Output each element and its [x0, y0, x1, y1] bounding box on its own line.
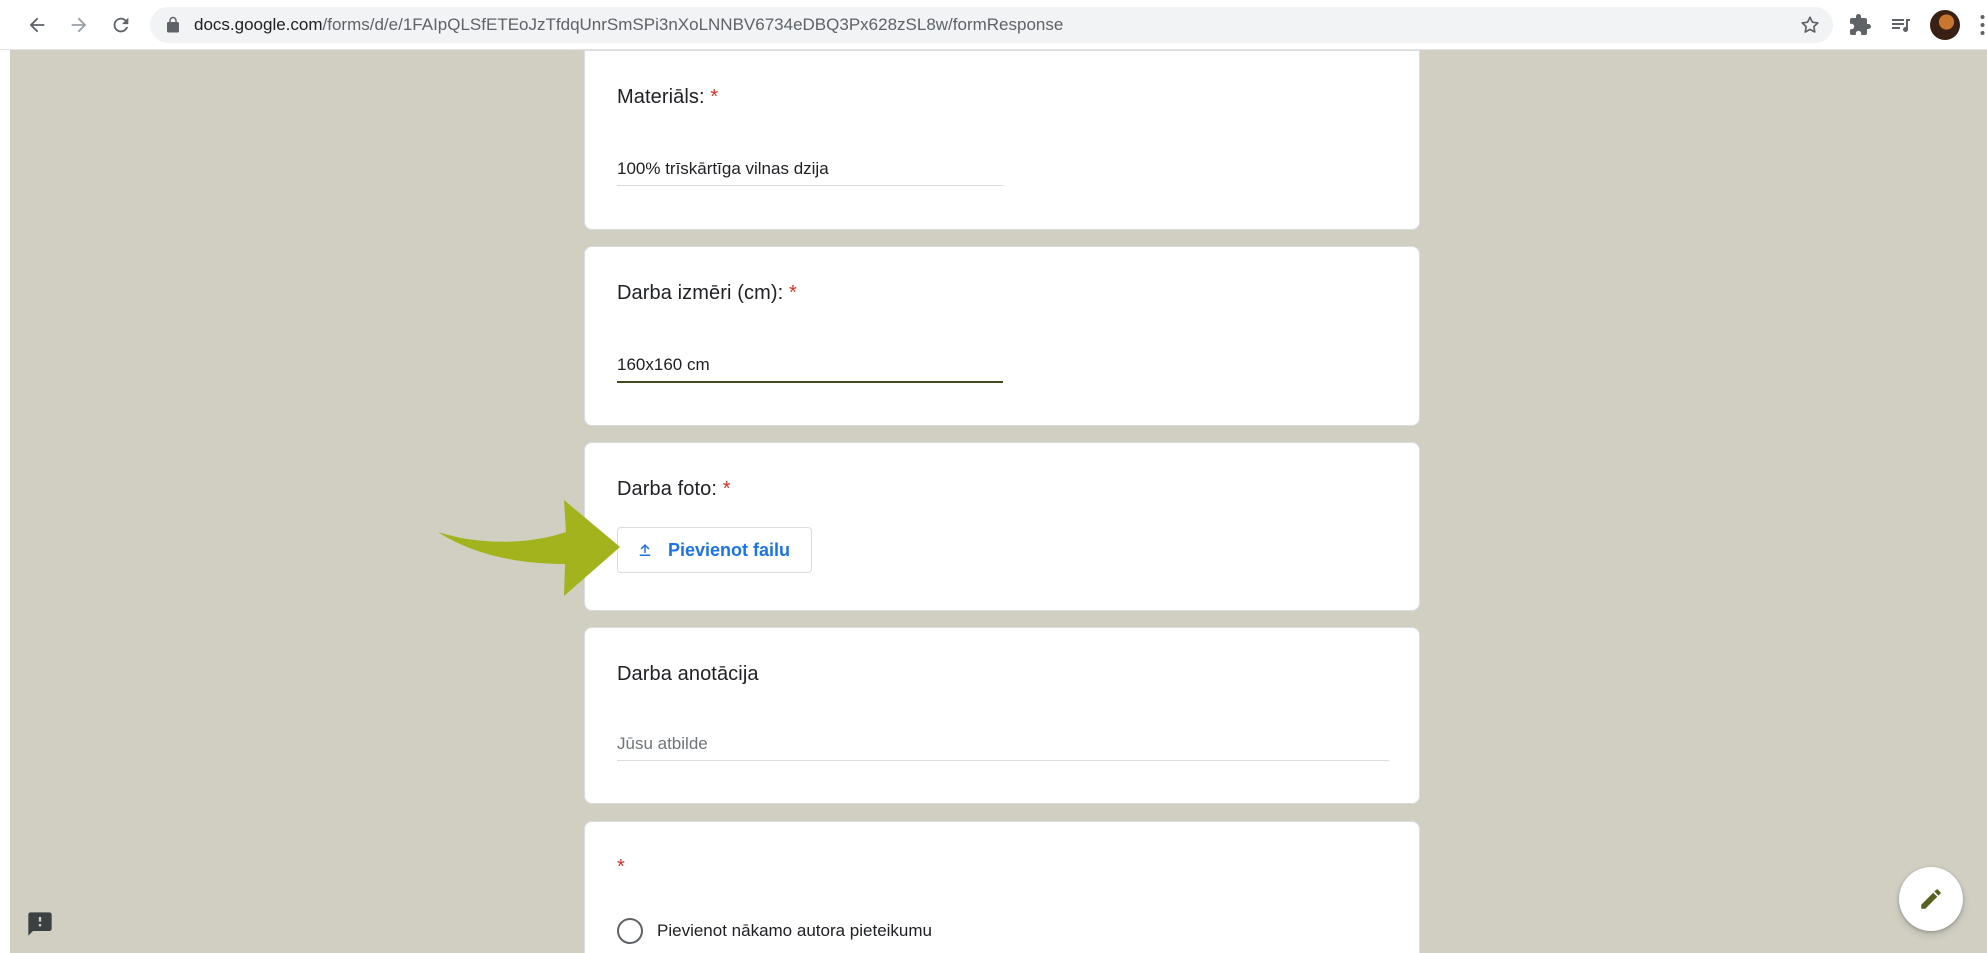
question-card-annotation: Darba anotācija Jūsu atbilde	[584, 627, 1420, 804]
question-title: Darba foto: *	[617, 478, 731, 501]
reload-button[interactable]	[106, 10, 136, 40]
required-marker: *	[722, 478, 731, 500]
dimensions-input[interactable]: 160x160 cm	[617, 355, 1003, 383]
forward-button[interactable]	[64, 10, 94, 40]
question-label: Darba izmēri (cm):	[617, 282, 784, 304]
question-title: Darba izmēri (cm): *	[617, 282, 797, 305]
question-title: *	[617, 856, 625, 879]
lock-icon	[167, 16, 179, 33]
edit-button[interactable]	[1899, 867, 1963, 931]
more-menu-icon[interactable]	[1978, 13, 1987, 37]
reload-icon	[113, 17, 129, 33]
feedback-icon[interactable]	[26, 910, 54, 938]
add-file-button[interactable]: Pievienot failu	[617, 527, 812, 573]
question-title: Darba anotācija	[617, 663, 759, 686]
url-text: docs.google.com/forms/d/e/1FAIpQLSfETEoJ…	[194, 7, 1063, 43]
form-page: Materiāls: * 100% trīskārtīga vilnas dzi…	[10, 50, 1987, 953]
question-label: Darba anotācija	[617, 663, 759, 685]
question-card-photo: Darba foto: * Pievienot failu	[584, 442, 1420, 611]
dimensions-value: 160x160 cm	[617, 355, 710, 374]
puzzle-icon[interactable]	[1848, 13, 1872, 37]
required-marker: *	[788, 282, 797, 304]
upload-icon	[639, 544, 651, 556]
address-bar[interactable]: docs.google.com/forms/d/e/1FAIpQLSfETEoJ…	[150, 7, 1833, 43]
url-path: /forms/d/e/1FAIpQLSfETEoJzTfdqUnrSmSPi3n…	[322, 15, 1064, 34]
star-icon[interactable]	[1799, 14, 1821, 36]
arrow-right-icon	[71, 17, 87, 33]
add-file-label: Pievienot failu	[668, 539, 791, 560]
back-button[interactable]	[22, 10, 52, 40]
required-marker: *	[617, 856, 625, 878]
question-card-materials: Materiāls: * 100% trīskārtīga vilnas dzi…	[584, 50, 1420, 230]
arrow-left-icon	[29, 17, 45, 33]
playlist-icon[interactable]	[1889, 13, 1913, 37]
required-marker: *	[710, 86, 719, 108]
browser-toolbar: docs.google.com/forms/d/e/1FAIpQLSfETEoJ…	[0, 0, 1987, 50]
question-label: Darba foto:	[617, 478, 718, 500]
question-card-dimensions: Darba izmēri (cm): * 160x160 cm	[584, 246, 1420, 426]
next-author-option-label[interactable]: Pievienot nākamo autora pieteikumu	[657, 921, 932, 941]
annotation-placeholder: Jūsu atbilde	[617, 734, 708, 753]
url-host: docs.google.com	[194, 15, 323, 34]
annotation-arrow-icon	[438, 500, 620, 596]
profile-avatar[interactable]	[1930, 10, 1960, 40]
question-card-next-author: * Pievienot nākamo autora pieteikumu	[584, 821, 1420, 953]
materials-input[interactable]: 100% trīskārtīga vilnas dzija	[617, 159, 1003, 186]
pencil-icon	[1921, 889, 1941, 909]
question-label: Materiāls:	[617, 86, 705, 108]
window-edge	[0, 50, 10, 953]
materials-value: 100% trīskārtīga vilnas dzija	[617, 159, 829, 178]
question-title: Materiāls: *	[617, 86, 718, 109]
next-author-radio[interactable]	[617, 918, 643, 944]
annotation-input[interactable]: Jūsu atbilde	[617, 734, 1389, 761]
